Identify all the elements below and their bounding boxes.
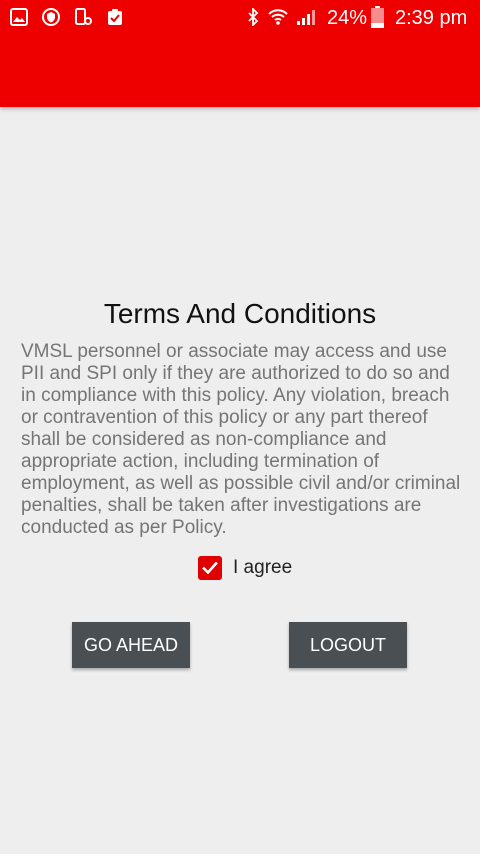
page-title: Terms And Conditions [103, 298, 377, 329]
agree-checkbox-row[interactable]: I agree [198, 554, 292, 582]
logout-button[interactable]: LOGOUT [289, 622, 407, 668]
agree-checkbox[interactable] [198, 556, 222, 580]
go-ahead-button[interactable]: GO AHEAD [72, 622, 190, 668]
checkmark-icon [202, 561, 218, 575]
terms-screen: Terms And Conditions VMSL personnel or a… [0, 0, 480, 854]
agree-label: I agree [233, 557, 293, 578]
terms-body-text: VMSL personnel or associate may access a… [21, 341, 461, 538]
